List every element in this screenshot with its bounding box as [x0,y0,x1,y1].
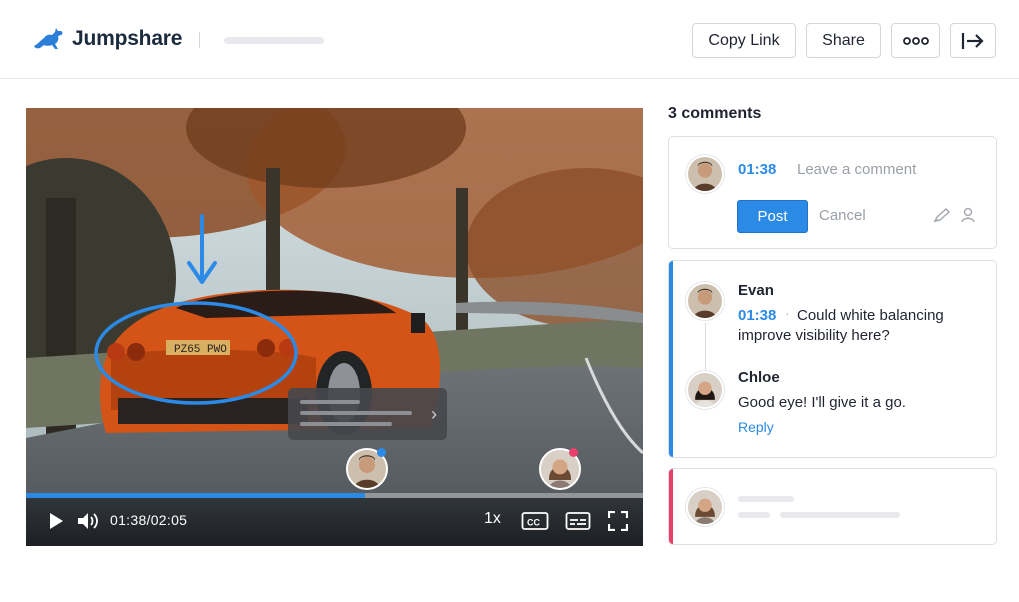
skeleton-line [738,496,794,502]
composer-timestamp[interactable]: 01:38 [738,161,776,178]
comment-author: Evan [738,282,774,299]
marker-dot-blue [377,448,386,457]
kangaroo-icon [34,28,63,49]
brand-logo[interactable]: Jumpshare [32,26,182,52]
avatar-chloe [686,371,724,409]
subtitles-icon[interactable] [565,511,591,531]
player-controls: 01:38/02:05 1x CC [26,498,643,546]
comment-text-line1: Could white balancing [797,307,944,324]
exit-button[interactable] [950,23,996,58]
cc-icon[interactable]: CC [521,511,549,531]
reply-text: Good eye! I'll give it a go. [738,394,906,411]
new-comment-card: 01:38 Leave a comment Post Cancel [668,136,997,249]
time-display: 01:38/02:05 [110,512,188,528]
exit-arrow-icon [961,32,984,49]
avatar-chloe [686,488,724,526]
skeleton-line [738,512,770,518]
svg-text:PZ65 PWO: PZ65 PWO [174,344,227,356]
brand-name: Jumpshare [72,27,183,50]
header-divider [199,32,200,48]
chevron-right-icon: › [431,404,437,424]
more-options-button[interactable] [891,23,940,58]
comment-text-line2: improve visibility here? [738,327,890,344]
draw-pen-icon[interactable] [933,207,951,223]
reply-author: Chloe [738,369,780,386]
post-button[interactable]: Post [737,200,808,233]
playback-speed[interactable]: 1x [484,510,501,528]
thread-connector [705,323,706,371]
comments-count: 3 comments [668,105,762,122]
share-button[interactable]: Share [806,23,881,58]
file-title-placeholder [224,37,324,44]
avatar-chloe-icon [688,373,722,407]
fullscreen-icon[interactable] [608,511,628,531]
avatar-evan-icon [688,157,722,191]
comment-preview-tooltip[interactable]: › [288,388,447,440]
more-horizontal-icon [902,36,929,45]
comment-thread-card[interactable]: Evan 01:38 · Could white balancing impro… [668,260,997,458]
svg-text:CC: CC [527,518,540,528]
user-icon[interactable] [961,207,975,223]
volume-icon[interactable] [77,511,99,531]
thread-accent-pink [669,469,673,544]
video-player[interactable]: PZ65 PWO › 01:38/02:05 1x CC [26,108,643,546]
avatar-evan-icon [688,284,722,318]
collapsed-comment-card[interactable] [668,468,997,545]
thread-accent-blue [669,261,673,457]
skeleton-line [780,512,900,518]
separator-dot: · [785,305,790,321]
avatar-chloe-icon [688,490,722,524]
comment-timestamp[interactable]: 01:38 [738,307,776,324]
comment-input[interactable]: Leave a comment [797,161,916,178]
current-user-avatar [686,155,724,193]
reply-link[interactable]: Reply [738,419,774,435]
play-icon[interactable] [48,512,64,530]
cancel-button[interactable]: Cancel [819,207,866,224]
top-bar: Jumpshare Copy Link Share [0,0,1019,79]
copy-link-button[interactable]: Copy Link [692,23,796,58]
marker-dot-pink [569,448,578,457]
avatar-evan [686,282,724,320]
